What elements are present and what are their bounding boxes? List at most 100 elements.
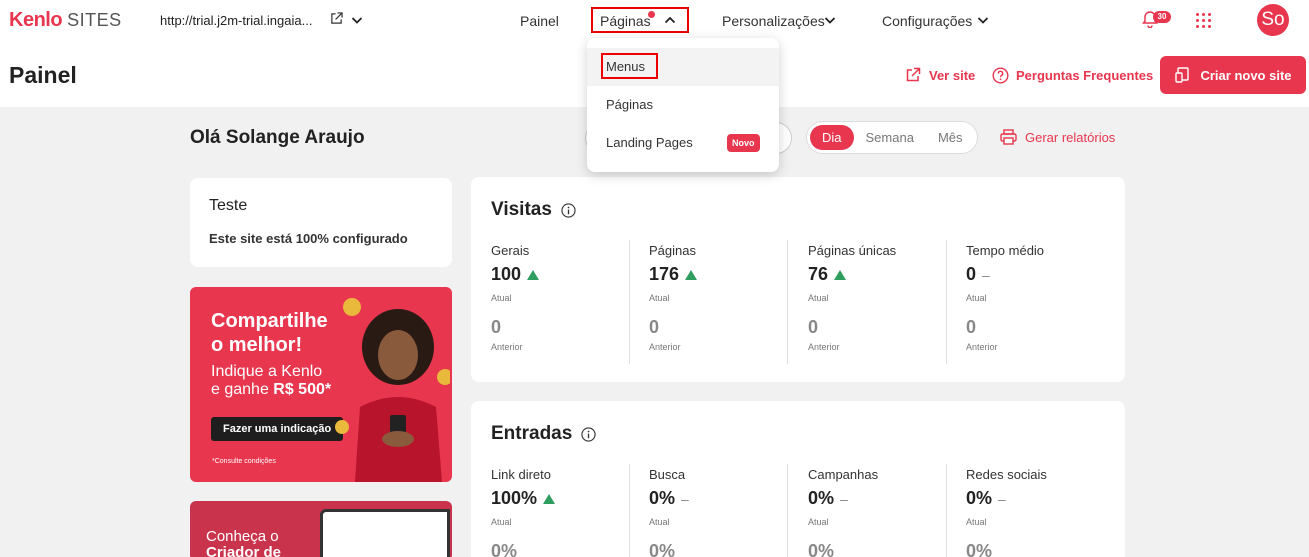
create-new-site-button[interactable]: Criar novo site bbox=[1160, 56, 1306, 94]
chevron-down-icon[interactable] bbox=[977, 14, 989, 26]
entries-card: Entradas Link direto 100% Atual 0% Busca… bbox=[471, 401, 1125, 557]
logo-product: SITES bbox=[67, 10, 122, 30]
metric-current: 0% bbox=[649, 488, 676, 508]
info-icon[interactable] bbox=[581, 426, 596, 442]
logo-brand: Kenlo bbox=[9, 9, 63, 31]
metric-label: Páginas únicas bbox=[808, 243, 897, 258]
metric-current: 76 bbox=[808, 264, 829, 284]
current-label: Atual bbox=[808, 293, 829, 303]
nav-personalizacoes[interactable]: Personalizações bbox=[722, 13, 825, 29]
entries-title: Entradas bbox=[491, 423, 573, 444]
referral-cta-button[interactable]: Fazer uma indicação bbox=[211, 417, 344, 441]
metric-previous: 0% bbox=[491, 541, 518, 557]
trend-up-icon bbox=[527, 269, 540, 280]
current-label: Atual bbox=[491, 293, 512, 303]
metric-label: Link direto bbox=[491, 467, 551, 482]
visits-title: Visitas bbox=[491, 199, 552, 220]
apps-grid-icon[interactable] bbox=[1196, 13, 1211, 28]
new-site-icon bbox=[1175, 67, 1190, 83]
external-link-icon[interactable] bbox=[330, 12, 343, 25]
menu-item-paginas[interactable]: Páginas bbox=[587, 86, 779, 124]
info-icon[interactable] bbox=[561, 202, 576, 218]
metric-current: 176 bbox=[649, 264, 680, 284]
metric-paginas-unicas: Páginas únicas 76 Atual 0 Anterior bbox=[808, 243, 966, 352]
metric-label: Busca bbox=[649, 467, 686, 482]
site-builder-line2: Criador de bbox=[206, 544, 282, 557]
user-avatar[interactable]: So bbox=[1257, 4, 1289, 36]
visits-card: Visitas Gerais 100 Atual 0 Anterior Pági… bbox=[471, 177, 1125, 382]
previous-label: Anterior bbox=[649, 342, 681, 352]
metric-label: Redes sociais bbox=[966, 467, 1047, 482]
current-label: Atual bbox=[649, 517, 670, 527]
trend-flat-icon: – bbox=[998, 490, 1006, 507]
metric-current: 0% bbox=[966, 488, 993, 508]
menu-item-landing-pages-label: Landing Pages bbox=[606, 135, 693, 150]
referral-headline: Compartilhe o melhor! bbox=[211, 309, 328, 357]
referral-text-line1: Indique a Kenlo bbox=[211, 363, 323, 380]
menus-highlight bbox=[601, 53, 658, 79]
metric-tempo-medio: Tempo médio 0– Atual 0 Anterior bbox=[966, 243, 1124, 352]
metric-current: 0% bbox=[808, 488, 835, 508]
current-label: Atual bbox=[649, 293, 670, 303]
generate-report-label: Gerar relatórios bbox=[1025, 129, 1116, 145]
site-builder-banner[interactable]: Conheça o Criador de bbox=[190, 501, 452, 557]
metric-previous: 0% bbox=[966, 541, 993, 557]
current-label: Atual bbox=[966, 293, 987, 303]
metric-campanhas: Campanhas 0% – Atual 0% bbox=[808, 467, 966, 557]
new-indicator-dot bbox=[648, 11, 655, 18]
faq-link[interactable]: Perguntas Frequentes bbox=[992, 67, 1153, 84]
metric-link-direto: Link direto 100% Atual 0% bbox=[491, 467, 649, 557]
notification-badge: 30 bbox=[1153, 11, 1171, 23]
metric-current: 100 bbox=[491, 264, 522, 284]
metric-paginas: Páginas 176 Atual 0 Anterior bbox=[649, 243, 807, 352]
referral-banner[interactable]: Compartilhe o melhor! Indique a Kenlo e … bbox=[190, 287, 452, 482]
metric-busca: Busca 0% – Atual 0% bbox=[649, 467, 807, 557]
metric-label: Páginas bbox=[649, 243, 696, 258]
chevron-up-icon[interactable] bbox=[664, 14, 676, 26]
period-dia[interactable]: Dia bbox=[810, 125, 854, 150]
site-status: Este site está 100% configurado bbox=[209, 231, 408, 246]
trend-flat-icon: – bbox=[840, 490, 848, 507]
metric-gerais: Gerais 100 Atual 0 Anterior bbox=[491, 243, 649, 352]
metric-previous: 0 bbox=[966, 317, 977, 337]
site-builder-line1: Conheça o bbox=[206, 528, 279, 545]
laptop-screen-illustration bbox=[320, 509, 450, 557]
metric-previous: 0 bbox=[491, 317, 502, 337]
metric-current: 0 bbox=[966, 264, 977, 284]
page-title: Painel bbox=[9, 62, 77, 88]
site-selector-chevron-down-icon[interactable] bbox=[351, 14, 363, 26]
metric-label: Tempo médio bbox=[966, 243, 1045, 258]
previous-label: Anterior bbox=[808, 342, 840, 352]
period-mes[interactable]: Mês bbox=[926, 125, 975, 150]
generate-report-link[interactable]: Gerar relatórios bbox=[1000, 129, 1115, 145]
metric-label: Campanhas bbox=[808, 467, 879, 482]
referral-headline-line1: Compartilhe bbox=[211, 310, 328, 332]
menu-item-landing-pages[interactable]: Landing Pages Novo bbox=[587, 124, 779, 162]
greeting: Olá Solange Araujo bbox=[190, 127, 365, 148]
metric-previous: 0% bbox=[649, 541, 676, 557]
nav-painel[interactable]: Painel bbox=[520, 13, 559, 29]
view-site-label: Ver site bbox=[929, 67, 976, 83]
site-builder-headline: Conheça o Criador de bbox=[206, 529, 281, 557]
previous-label: Anterior bbox=[966, 342, 998, 352]
chevron-down-icon[interactable] bbox=[824, 14, 836, 26]
metric-previous: 0% bbox=[808, 541, 835, 557]
woman-with-phone-illustration bbox=[335, 298, 450, 482]
kenlo-sites-logo[interactable]: Kenlo SITES bbox=[9, 9, 122, 32]
trend-flat-icon: – bbox=[681, 490, 689, 507]
nav-configuracoes[interactable]: Configurações bbox=[882, 13, 972, 29]
nav-paginas[interactable]: Páginas bbox=[600, 13, 651, 29]
view-site-link[interactable]: Ver site bbox=[905, 67, 975, 83]
site-url[interactable]: http://trial.j2m-trial.ingaia... bbox=[160, 13, 312, 28]
trend-up-icon bbox=[834, 269, 847, 280]
trend-up-icon bbox=[685, 269, 698, 280]
previous-label: Anterior bbox=[491, 342, 523, 352]
metric-label: Gerais bbox=[491, 243, 530, 258]
new-badge: Novo bbox=[727, 134, 760, 152]
faq-label: Perguntas Frequentes bbox=[1016, 68, 1154, 83]
metric-previous: 0 bbox=[649, 317, 660, 337]
current-label: Atual bbox=[808, 517, 829, 527]
period-semana[interactable]: Semana bbox=[854, 125, 926, 150]
period-selector: Dia Semana Mês bbox=[806, 121, 978, 154]
site-card[interactable]: Teste Este site está 100% configurado bbox=[190, 178, 452, 267]
